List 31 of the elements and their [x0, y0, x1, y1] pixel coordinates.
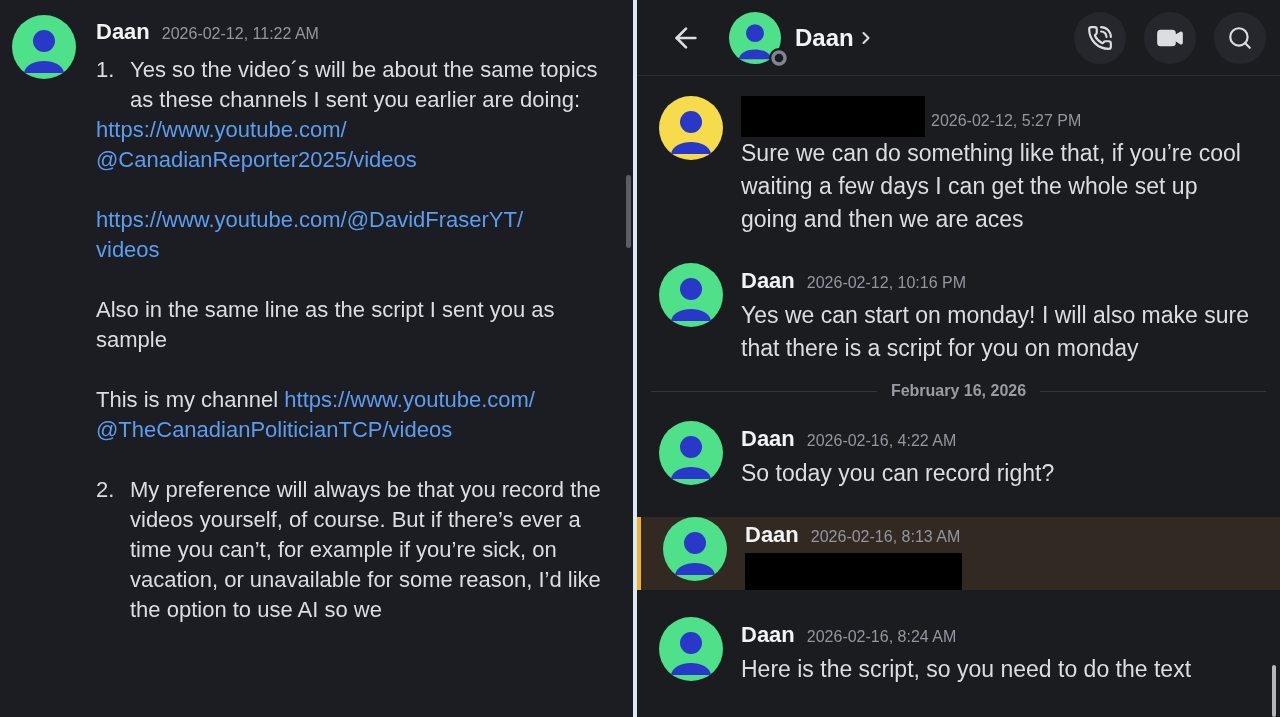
author-name: Daan [96, 18, 150, 46]
link[interactable]: https://www.youtube.com/ @CanadianReporter2025/videos [96, 115, 417, 175]
list-number: 2. [96, 476, 116, 504]
date-divider-label: February 16, 2026 [890, 381, 1027, 401]
header-avatar [729, 11, 781, 64]
scrollbar[interactable] [626, 175, 631, 248]
status-ring-icon [769, 47, 789, 68]
message-timestamp: 2026-02-16, 8:24 AM [806, 627, 957, 647]
scrollbar[interactable] [1272, 665, 1276, 717]
phone-icon [1087, 24, 1113, 51]
message-text: Sure we can do something like that, if you’re cool waiting a few days I can get the whole set up going and then we are aces [741, 139, 1242, 234]
author-name: Daan [741, 621, 795, 649]
header-title[interactable]: Daan [795, 19, 854, 56]
message-timestamp: 2026-02-16, 4:22 AM [806, 431, 957, 451]
message-text: So today you can record right? [741, 459, 1056, 488]
search-icon [1227, 24, 1253, 51]
message-timestamp: 2026-02-12, 11:22 AM [161, 24, 319, 44]
link[interactable]: https://www.youtube.com/@DavidFraserYT/ videos [96, 205, 524, 265]
author-name: Daan [741, 267, 795, 295]
message-text: My preference will always be that you record the videos yourself, of course. But if there’s ever a time you can’t, for example if you’re sick, on vacation, or unavailable for some reason, I’d like the option to use AI so we [130, 476, 602, 624]
message-timestamp: 2026-02-12, 5:27 PM [931, 111, 1082, 131]
author-name: Daan [745, 521, 799, 549]
message-text: This is my channel https://www.youtube.com/ @TheCanadianPoliticianTCP/videos [96, 386, 536, 444]
message-text: Yes we can start on monday! I will also make sure that there is a script for you on monday [741, 301, 1250, 363]
message-timestamp: 2026-02-16, 8:13 AM [810, 527, 961, 547]
message-text: Here is the script, so you need to do the text [741, 655, 1193, 684]
message-text: Also in the same line as the script I sent you as sample [96, 296, 556, 354]
list-number: 1. [96, 56, 116, 84]
message-text: Yes so the video´s will be about the same topics as these channels I sent you earlier are doing: [130, 56, 599, 114]
message-timestamp: 2026-02-12, 10:16 PM [806, 273, 966, 293]
author-name: Daan [741, 425, 795, 453]
